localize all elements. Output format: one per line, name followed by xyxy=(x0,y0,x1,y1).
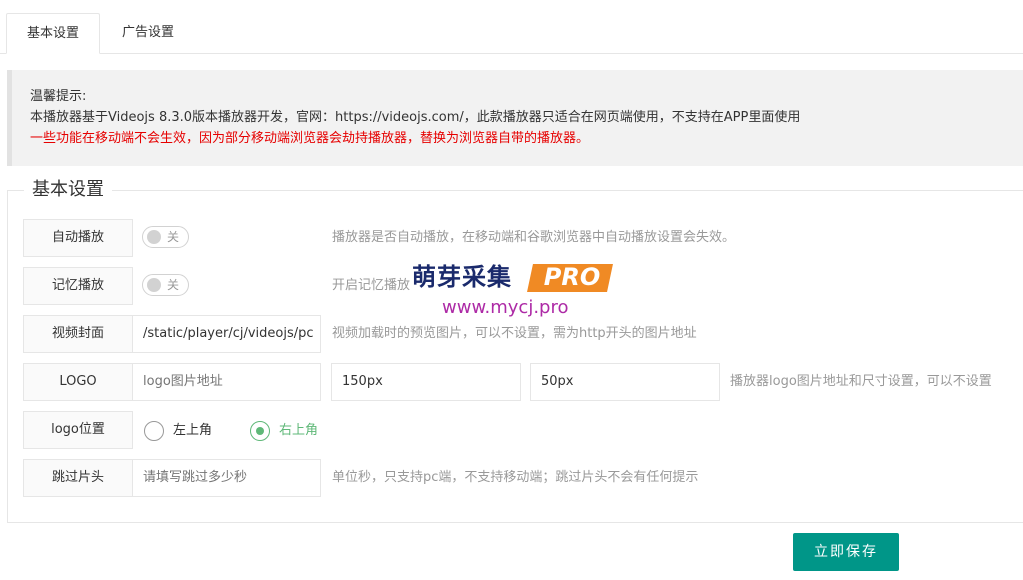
tab-basic-settings[interactable]: 基本设置 xyxy=(6,13,100,54)
memory-play-help: 开启记忆播放 xyxy=(332,278,411,293)
autoplay-help: 播放器是否自动播放，在移动端和谷歌浏览器中自动播放设置会失效。 xyxy=(332,230,736,245)
tab-ad-settings[interactable]: 广告设置 xyxy=(104,13,192,54)
logo-height-input[interactable]: 50px xyxy=(530,363,720,401)
autoplay-label: 自动播放 xyxy=(23,219,133,257)
logo-url-input[interactable]: logo图片地址 xyxy=(132,363,321,401)
skip-intro-input[interactable]: 请填写跳过多少秒 xyxy=(132,459,321,497)
skip-intro-help: 单位秒，只支持pc端，不支持移动端；跳过片头不会有任何提示 xyxy=(332,470,699,485)
switch-text: 关 xyxy=(167,230,180,244)
radio-label: 左上角 xyxy=(173,423,213,438)
memory-play-switch[interactable]: 关 xyxy=(142,274,189,296)
save-button[interactable]: 立即保存 xyxy=(793,533,899,571)
video-cover-label: 视频封面 xyxy=(23,315,133,353)
autoplay-switch[interactable]: 关 xyxy=(142,226,189,248)
memory-play-label: 记忆播放 xyxy=(23,267,133,305)
video-cover-help: 视频加载时的预览图片，可以不设置，需为http开头的图片地址 xyxy=(332,326,697,341)
switch-knob xyxy=(147,230,161,244)
notice-title: 温馨提示: xyxy=(30,89,87,104)
logo-position-label: logo位置 xyxy=(23,411,133,449)
radio-label: 右上角 xyxy=(279,423,319,438)
radio-circle xyxy=(144,421,164,441)
video-cover-input[interactable]: /static/player/cj/videojs/pc xyxy=(132,315,321,353)
radio-circle-checked xyxy=(250,421,270,441)
notice-line-1: 本播放器基于Videojs 8.3.0版本播放器开发，官网：https://vi… xyxy=(30,110,801,125)
switch-text: 关 xyxy=(167,278,180,292)
logo-label: LOGO xyxy=(23,363,133,401)
settings-tabs: 基本设置 广告设置 xyxy=(0,0,1023,54)
logo-width-input[interactable]: 150px xyxy=(331,363,521,401)
notice-warning: 一些功能在移动端不会生效，因为部分移动端浏览器会劫持播放器，替换为浏览器自带的播… xyxy=(30,131,590,146)
switch-knob xyxy=(147,278,161,292)
fieldset-legend: 基本设置 xyxy=(24,178,112,202)
skip-intro-label: 跳过片头 xyxy=(23,459,133,497)
logo-help: 播放器logo图片地址和尺寸设置，可以不设置 xyxy=(730,374,992,389)
notice-box: 温馨提示: 本播放器基于Videojs 8.3.0版本播放器开发，官网：http… xyxy=(7,70,1023,166)
